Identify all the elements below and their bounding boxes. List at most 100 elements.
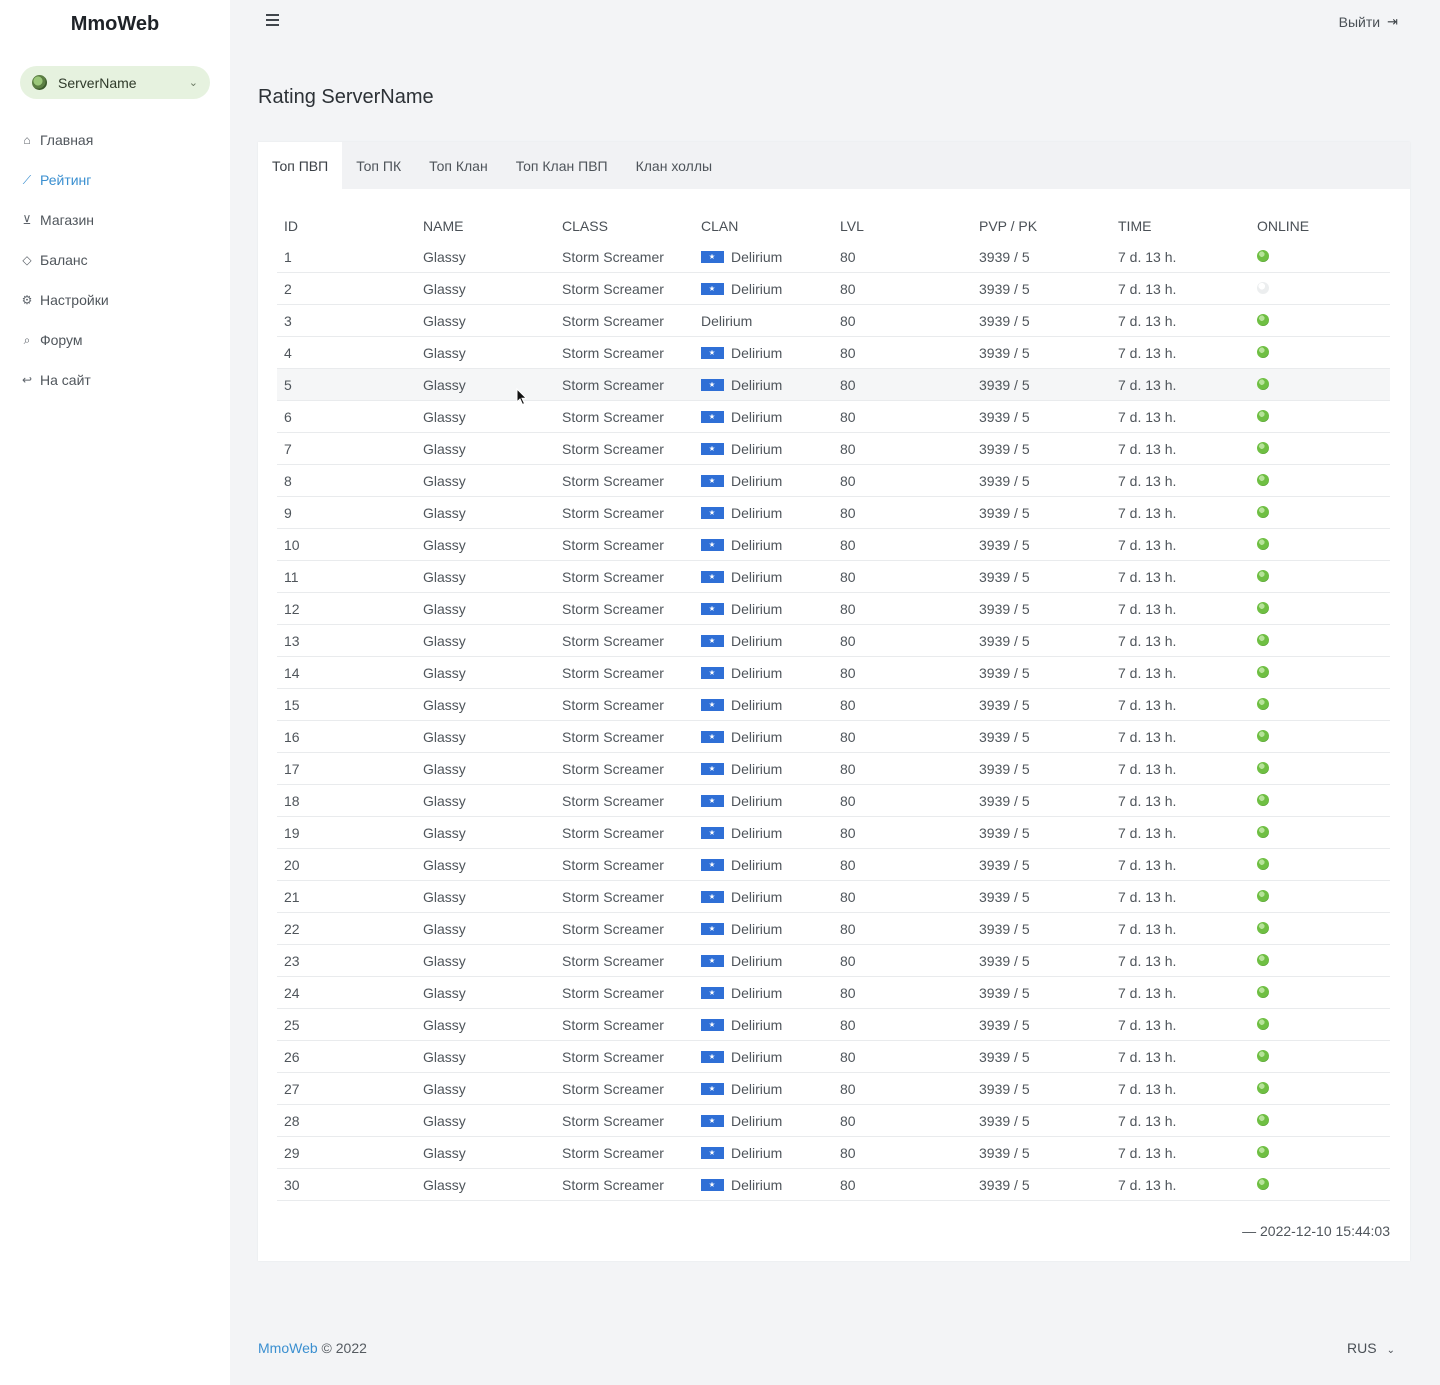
table-row[interactable]: 7 Glassy Storm Screamer Delirium 80 3939 / 57…: [277, 432, 1390, 465]
table-row[interactable]: 16 Glassy Storm Screamer Delirium 80 3939 / 5…: [277, 720, 1390, 753]
online-status-icon: [1257, 313, 1269, 326]
table-row[interactable]: 4 Glassy Storm Screamer Delirium 80 3939 / 57…: [277, 336, 1390, 369]
clan-name[interactable]: Delirium: [731, 409, 782, 425]
clan-name[interactable]: Delirium: [731, 249, 782, 265]
table-row[interactable]: 23 Glassy Storm Screamer Delirium 80 3939 / 5…: [277, 944, 1390, 977]
sign-out-icon: ⇥: [1387, 14, 1398, 29]
clan-name[interactable]: Delirium: [731, 1177, 782, 1193]
table-row[interactable]: 6 Glassy Storm Screamer Delirium 80 3939 / 57…: [277, 400, 1390, 433]
table-row[interactable]: 24 Glassy Storm Screamer Delirium 80 3939 / 5…: [277, 976, 1390, 1009]
column-header[interactable]: PVP / PK: [972, 211, 1111, 241]
sidebar-item-3[interactable]: ◇ Баланс: [0, 240, 230, 280]
table-row[interactable]: 26 Glassy Storm Screamer Delirium 80 3939 / 5…: [277, 1040, 1390, 1073]
clan-name[interactable]: Delirium: [731, 921, 782, 937]
sidebar-item-label: На сайт: [40, 372, 91, 388]
footer-brand-link[interactable]: MmoWeb: [258, 1340, 318, 1356]
table-row[interactable]: 12 Glassy Storm Screamer Delirium 80 3939 / 5…: [277, 592, 1390, 625]
sidebar-item-6[interactable]: ↩ На сайт: [0, 360, 230, 400]
tab-1[interactable]: Топ ПК: [342, 142, 415, 189]
cell-class: Storm Screamer: [555, 241, 694, 273]
clan-name[interactable]: Delirium: [731, 1017, 782, 1033]
column-header[interactable]: ONLINE: [1250, 211, 1390, 241]
column-header[interactable]: ID: [277, 211, 416, 241]
clan-name[interactable]: Delirium: [731, 1113, 782, 1129]
clan-name[interactable]: Delirium: [731, 601, 782, 617]
tab-0[interactable]: Топ ПВП: [258, 142, 343, 189]
clan-name[interactable]: Delirium: [701, 313, 752, 329]
sidebar-item-4[interactable]: ⚙ Настройки: [0, 280, 230, 320]
online-status-icon: [1257, 729, 1269, 742]
column-header[interactable]: CLASS: [555, 211, 694, 241]
table-row[interactable]: 5 Glassy Storm Screamer Delirium 80 3939 / 57…: [277, 368, 1390, 401]
clan-name[interactable]: Delirium: [731, 569, 782, 585]
table-row[interactable]: 21 Glassy Storm Screamer Delirium 80 3939 / 5…: [277, 880, 1390, 913]
menu-toggle-icon[interactable]: [266, 14, 279, 27]
table-row[interactable]: 3 Glassy Storm Screamer Delirium 80 3939 / 57…: [277, 304, 1390, 337]
clan-name[interactable]: Delirium: [731, 441, 782, 457]
logout-button[interactable]: Выйти ⇥: [1339, 12, 1398, 32]
column-header[interactable]: LVL: [833, 211, 972, 241]
cell-lvl: 80: [833, 400, 972, 433]
table-row[interactable]: 25 Glassy Storm Screamer Delirium 80 3939 / 5…: [277, 1008, 1390, 1041]
clan-name[interactable]: Delirium: [731, 345, 782, 361]
clan-name[interactable]: Delirium: [731, 793, 782, 809]
sidebar-item-2[interactable]: ⊻ Магазин: [0, 200, 230, 240]
online-status-icon: [1257, 697, 1269, 710]
clan-name[interactable]: Delirium: [731, 1049, 782, 1065]
cell-time: 7 d. 13 h.: [1111, 912, 1250, 945]
column-header[interactable]: TIME: [1111, 211, 1250, 241]
clan-name[interactable]: Delirium: [731, 1145, 782, 1161]
column-header[interactable]: CLAN: [694, 211, 833, 241]
tab-4[interactable]: Клан холлы: [622, 142, 726, 189]
table-row[interactable]: 30 Glassy Storm Screamer Delirium 80 3939 / 5…: [277, 1168, 1390, 1201]
tab-2[interactable]: Топ Клан: [415, 142, 502, 189]
footer-copyright: MmoWeb © 2022: [258, 1340, 367, 1356]
clan-name[interactable]: Delirium: [731, 857, 782, 873]
clan-name[interactable]: Delirium: [731, 761, 782, 777]
rating-card: Топ ПВП Топ ПК Топ Клан Топ Клан ПВП Клан хо…: [258, 142, 1410, 1261]
table-row[interactable]: 17 Glassy Storm Screamer Delirium 80 3939 / 5…: [277, 752, 1390, 785]
sidebar-item-5[interactable]: ⌕ Форум: [0, 320, 230, 360]
table-row[interactable]: 27 Glassy Storm Screamer Delirium 80 3939 / 5…: [277, 1072, 1390, 1105]
table-row[interactable]: 2 Glassy Storm Screamer Delirium 80 3939 / 57…: [277, 272, 1390, 305]
table-row[interactable]: 10 Glassy Storm Screamer Delirium 80 3939 / 5…: [277, 528, 1390, 561]
table-row[interactable]: 1 Glassy Storm Screamer Delirium 80 3939 / 57…: [277, 241, 1390, 273]
table-row[interactable]: 28 Glassy Storm Screamer Delirium 80 3939 / 5…: [277, 1104, 1390, 1137]
cell-online: [1250, 336, 1390, 369]
tab-3[interactable]: Топ Клан ПВП: [502, 142, 622, 189]
table-row[interactable]: 8 Glassy Storm Screamer Delirium 80 3939 / 57…: [277, 464, 1390, 497]
table-row[interactable]: 14 Glassy Storm Screamer Delirium 80 3939 / 5…: [277, 656, 1390, 689]
column-header[interactable]: NAME: [416, 211, 555, 241]
sidebar-item-1[interactable]: ⟋ Рейтинг: [0, 160, 230, 200]
sidebar-item-0[interactable]: ⌂ Главная: [0, 120, 230, 160]
clan-name[interactable]: Delirium: [731, 537, 782, 553]
table-row[interactable]: 13 Glassy Storm Screamer Delirium 80 3939 / 5…: [277, 624, 1390, 657]
table-row[interactable]: 11 Glassy Storm Screamer Delirium 80 3939 / 5…: [277, 560, 1390, 593]
clan-name[interactable]: Delirium: [731, 825, 782, 841]
clan-name[interactable]: Delirium: [731, 697, 782, 713]
clan-name[interactable]: Delirium: [731, 473, 782, 489]
clan-name[interactable]: Delirium: [731, 665, 782, 681]
clan-name[interactable]: Delirium: [731, 633, 782, 649]
table-row[interactable]: 18 Glassy Storm Screamer Delirium 80 3939 / 5…: [277, 784, 1390, 817]
brand-logo[interactable]: MmoWeb: [0, 12, 230, 36]
table-row[interactable]: 19 Glassy Storm Screamer Delirium 80 3939 / 5…: [277, 816, 1390, 849]
clan-name[interactable]: Delirium: [731, 281, 782, 297]
clan-name[interactable]: Delirium: [731, 889, 782, 905]
clan-name[interactable]: Delirium: [731, 953, 782, 969]
server-select[interactable]: ServerName ⌄: [20, 66, 210, 99]
clan-name[interactable]: Delirium: [731, 377, 782, 393]
clan-name[interactable]: Delirium: [731, 729, 782, 745]
table-row[interactable]: 20 Glassy Storm Screamer Delirium 80 3939 / 5…: [277, 848, 1390, 881]
clan-name[interactable]: Delirium: [731, 985, 782, 1001]
cell-pvp_pk: 3939 / 5: [972, 976, 1111, 1009]
table-row[interactable]: 9 Glassy Storm Screamer Delirium 80 3939 / 57…: [277, 496, 1390, 529]
clan-name[interactable]: Delirium: [731, 1081, 782, 1097]
language-select[interactable]: RUS ⌄: [1347, 1340, 1395, 1356]
cell-lvl: 80: [833, 1072, 972, 1105]
table-row[interactable]: 22 Glassy Storm Screamer Delirium 80 3939 / 5…: [277, 912, 1390, 945]
table-row[interactable]: 29 Glassy Storm Screamer Delirium 80 3939 / 5…: [277, 1136, 1390, 1169]
table-row[interactable]: 15 Glassy Storm Screamer Delirium 80 3939 / 5…: [277, 688, 1390, 721]
cell-time: 7 d. 13 h.: [1111, 752, 1250, 785]
clan-name[interactable]: Delirium: [731, 505, 782, 521]
